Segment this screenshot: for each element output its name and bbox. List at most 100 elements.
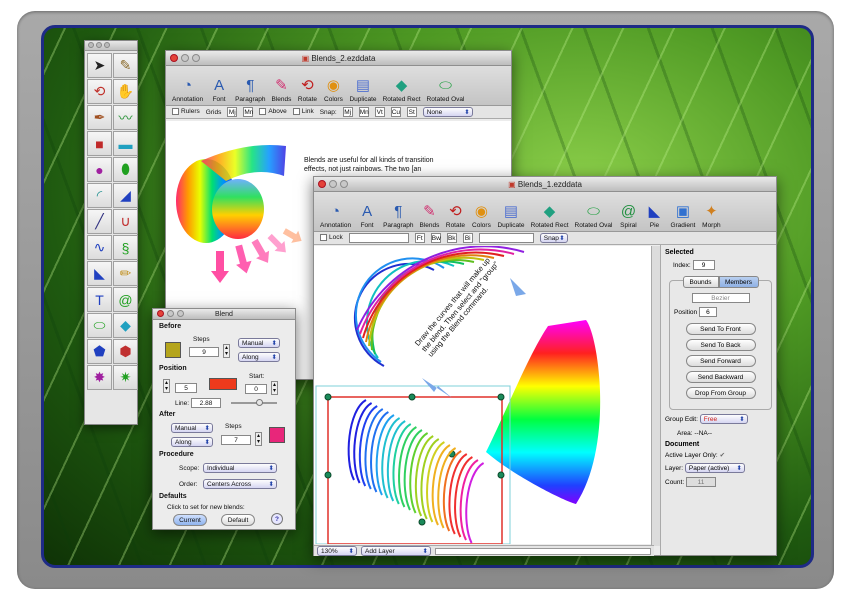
lock-toggle[interactable]: Lock [320,234,343,242]
lock-checkbox[interactable] [320,234,327,242]
selection-handle[interactable] [324,471,332,479]
arc-tool-icon[interactable]: ◜ [87,183,112,208]
minimize-button[interactable] [181,54,189,62]
close-button[interactable] [318,180,326,188]
rounded-rect-tool-icon[interactable]: ▬ [113,131,138,156]
selection-handle[interactable] [408,393,416,401]
rotated-rect-tool-button[interactable]: ◆ Rotated Rect [381,76,423,103]
rotate-tool-button[interactable]: ⟲ Rotate [295,76,319,103]
selection-handle[interactable] [497,471,505,479]
steps-after-stepper[interactable]: ▴ ▾ [255,432,262,446]
duplicate-tool-button[interactable]: ▤ Duplicate [495,202,526,229]
horizontal-scrollbar[interactable] [435,547,651,555]
rotate-tool-icon[interactable]: ⟲ [87,79,112,104]
annotation-tool-button[interactable]: ◔ Annotation [318,202,353,229]
duplicate-tool-button[interactable]: ▤ Duplicate [347,76,378,103]
font-tool-button[interactable]: A Font [207,76,231,103]
snap-minor-button[interactable]: Mn [358,107,369,117]
pentagon-tool-icon[interactable]: ⬟ [87,339,112,364]
help-button[interactable]: ? [271,513,283,525]
spiral-tool-button[interactable]: @ Spiral [616,202,640,229]
start-field[interactable]: 0 [245,384,267,394]
index-field[interactable]: 9 [692,260,715,270]
position-color-swatch[interactable] [209,378,237,390]
line-field[interactable]: 2.88 [191,398,221,408]
u-shape-tool-icon[interactable]: ∪ [113,209,138,234]
paragraph-tool-button[interactable]: ¶ Paragraph [381,202,415,229]
order-popup[interactable]: Centers Across [203,479,277,489]
text-tool-icon[interactable]: T [87,287,112,312]
layer-popup[interactable]: Paper (active) [684,463,745,473]
after-along-popup[interactable]: Along [171,437,213,447]
spiral-tool-icon[interactable]: @ [113,287,138,312]
window-titlebar[interactable]: ▣ Blends_2.ezddata [166,51,511,66]
selection-handle[interactable] [324,393,332,401]
after-mode-popup[interactable]: Manual [171,423,213,433]
minimize-button[interactable] [329,180,337,188]
bezier-tool-icon[interactable]: ∿ [87,235,112,260]
link-toggle[interactable]: Link [292,108,314,116]
above-checkbox[interactable] [259,108,267,116]
selection-handle[interactable] [418,518,426,526]
rotated-rect-tool-button[interactable]: ◆ Rotated Rect [529,202,571,229]
snap-popup[interactable]: Snap [539,233,568,243]
font-tool-button[interactable]: A Font [355,202,379,229]
panel-titlebar[interactable]: Blend [153,309,295,320]
snap-curve-button[interactable]: Cu [390,107,401,117]
rectangle-tool-icon[interactable]: ■ [87,131,112,156]
layer-popup[interactable]: Add Layer [361,546,431,556]
window-titlebar[interactable]: ▣ Blends_1.ezddata [314,177,776,192]
ellipse-tool-icon[interactable]: ⬮ [113,157,138,182]
blend-curve[interactable] [465,462,485,544]
rulers-toggle[interactable]: Rulers [172,108,200,116]
link-checkbox[interactable] [292,108,300,116]
position-field[interactable]: 6 [698,307,717,317]
tab-bounds[interactable]: Bounds [682,276,719,288]
steps-before-field[interactable]: 9 [189,347,219,357]
blends-tool-button[interactable]: ✎ Blends [417,202,441,229]
steps-after-field[interactable]: 7 [221,435,251,445]
palette-titlebar[interactable] [85,41,137,51]
star-tool-icon[interactable]: ✸ [87,365,112,390]
snap-vertex-button[interactable]: Vt [374,107,385,117]
selection-handle[interactable] [497,393,505,401]
rulers-checkbox[interactable] [172,108,179,116]
align-buttons[interactable] [348,233,409,243]
border-weight-button[interactable]: Bw [430,233,441,243]
tab-members[interactable]: Members [718,276,759,288]
checkmark-icon[interactable]: ✔ [720,452,725,459]
spiral-curve-tool-icon[interactable]: § [113,235,138,260]
send-to-back-button[interactable]: Send To Back [685,339,756,351]
freehand-tool-icon[interactable]: 〰 [113,105,138,130]
close-button[interactable] [157,310,164,317]
vertical-scrollbar[interactable] [651,246,660,546]
position-stepper[interactable]: ▴ ▾ [163,379,170,393]
bring-in-button[interactable]: Bi [462,233,473,243]
rotated-oval-tool-button[interactable]: ⬭ Rotated Oval [425,76,467,103]
send-to-front-button[interactable]: Send To Front [685,323,756,335]
text-edit-tool-icon[interactable]: ✎ [113,53,138,78]
zoom-button[interactable] [192,54,200,62]
rotate-tool-button[interactable]: ⟲ Rotate [443,202,467,229]
grid-major-button[interactable]: Mj [227,107,238,117]
blends-tool-button[interactable]: ✎ Blends [269,76,293,103]
group-edit-popup[interactable]: Free [699,414,748,424]
rotated-rect-tool-icon[interactable]: ◆ [113,313,138,338]
snap-major-button[interactable]: Mj [342,107,353,117]
steps-stepper[interactable]: ▴ ▾ [223,344,230,358]
line-slider[interactable] [231,399,277,406]
oval-tool-icon[interactable]: ● [87,157,112,182]
scope-popup[interactable]: Individual [203,463,277,473]
polygon-tool-icon[interactable]: ◣ [87,261,112,286]
triangle-tool-icon[interactable]: ◢ [113,183,138,208]
pencil-tool-icon[interactable]: ✏ [113,261,138,286]
close-button[interactable] [170,54,178,62]
arrow-tool-icon[interactable]: ➤ [87,53,112,78]
pie-tool-button[interactable]: ◣ Pie [642,202,666,229]
minimize-button[interactable] [167,310,174,317]
above-toggle[interactable]: Above [259,108,287,116]
hand-tool-icon[interactable]: ✋ [113,79,138,104]
position-field[interactable]: 5 [175,383,197,393]
document-canvas[interactable]: Draw the curves that will make up the bl… [314,245,654,545]
rainbow-scroll-front[interactable] [212,179,264,239]
